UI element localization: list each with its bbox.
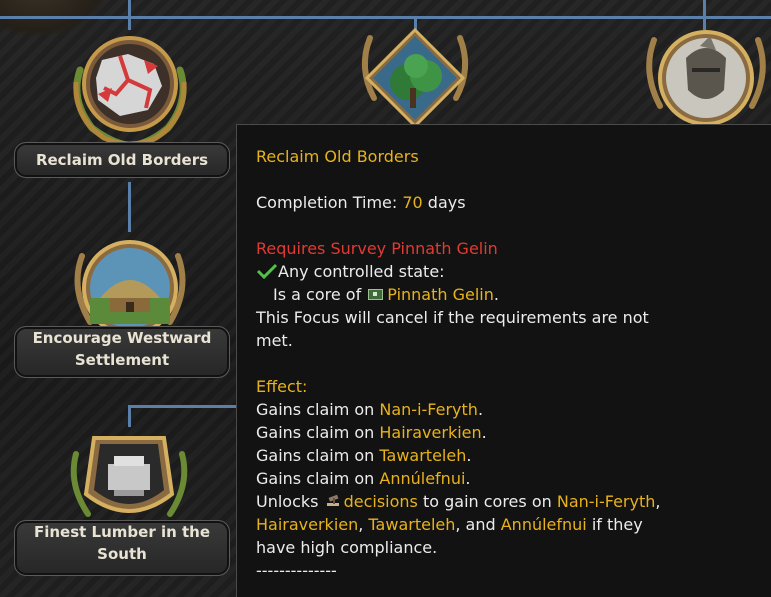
cancel-notice-cont: met.	[256, 331, 293, 350]
map-borders-icon	[58, 30, 202, 150]
forest-icon	[350, 27, 480, 129]
focus-label: Encourage Westward Settlement	[14, 326, 230, 378]
focus-finest-lumber-in-the-south[interactable]: Finest Lumber in the South	[0, 420, 240, 597]
requires-text: Requires Survey Pinnath Gelin	[256, 239, 498, 258]
claim-line: Gains claim on Hairaverkien.	[256, 423, 487, 442]
unlocks-line-end: have high compliance.	[256, 538, 438, 557]
tooltip-title: Reclaim Old Borders	[256, 147, 419, 166]
unlocks-line: Unlocks decisions to gain cores on Nan-i…	[256, 492, 661, 511]
checkmark-icon	[256, 263, 278, 280]
focus-forest[interactable]	[350, 27, 480, 129]
tooltip-separator: --------------	[256, 561, 337, 580]
effect-label: Effect:	[256, 377, 308, 396]
connector-line	[703, 0, 706, 30]
focus-encourage-westward-settlement[interactable]: Encourage Westward Settlement	[0, 228, 240, 383]
connector-line	[128, 405, 238, 408]
decision-hammer-icon	[326, 494, 339, 506]
condition-any-state: Any controlled state:	[256, 260, 771, 283]
focus-warrior[interactable]	[640, 28, 771, 128]
flag-icon	[368, 289, 384, 300]
focus-tooltip: Reclaim Old Borders Completion Time: 70 …	[236, 124, 771, 597]
claim-line: Gains claim on Tawarteleh.	[256, 446, 472, 465]
unlocks-line-cont: Hairaverkien, Tawarteleh, and Annúlefnui…	[256, 515, 643, 534]
condition-core-of: Is a core of Pinnath Gelin.	[273, 285, 499, 304]
completion-time: Completion Time: 70 days	[256, 193, 466, 212]
focus-label: Reclaim Old Borders	[14, 142, 230, 178]
focus-reclaim-old-borders[interactable]: Reclaim Old Borders	[0, 0, 240, 185]
anvil-icon	[64, 424, 194, 532]
claim-line: Gains claim on Nan-i-Feryth.	[256, 400, 484, 419]
helmeted-warrior-icon	[640, 28, 771, 128]
focus-label: Finest Lumber in the South	[14, 520, 230, 576]
cancel-notice: This Focus will cancel if the requiremen…	[256, 308, 649, 327]
claim-line: Gains claim on Annúlefnui.	[256, 469, 471, 488]
connector-line	[128, 182, 131, 232]
